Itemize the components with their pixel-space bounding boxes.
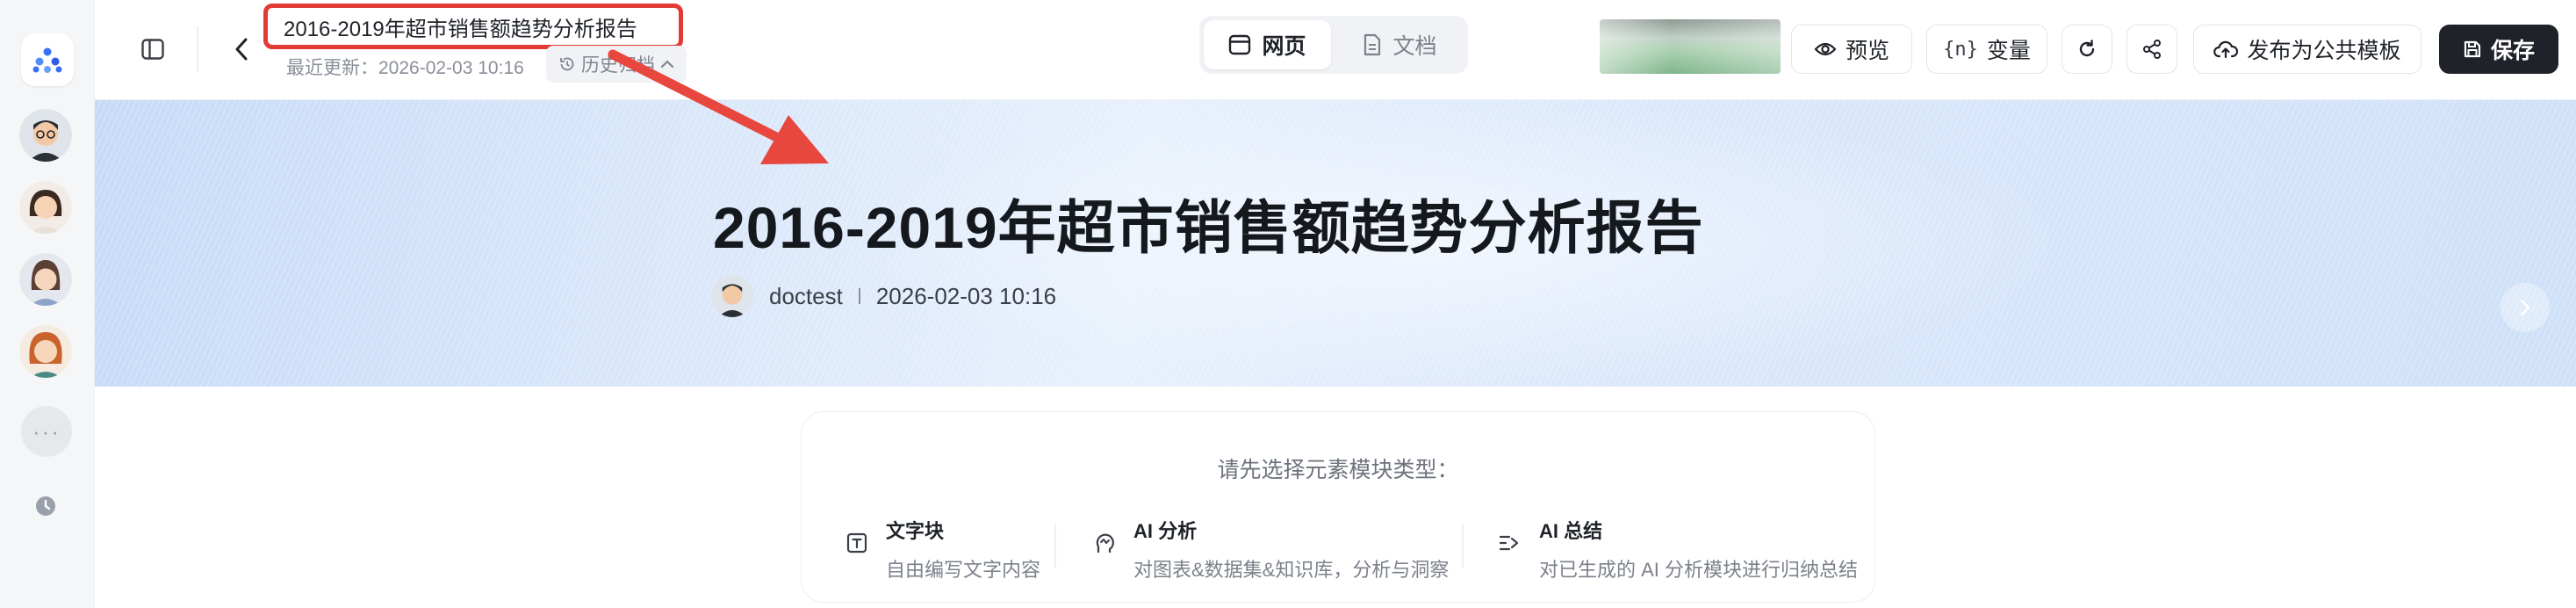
tab-document-label: 文档 [1392, 34, 1437, 59]
chevron-up-icon [660, 60, 674, 69]
tab-webpage-label: 网页 [1262, 34, 1306, 59]
save-button[interactable]: 保存 [2439, 25, 2558, 74]
avatar-girl-icon [19, 253, 72, 306]
publish-label: 发布为公共模板 [2247, 39, 2401, 63]
author-avatar [711, 275, 753, 317]
author-avatar-icon [711, 275, 753, 317]
avatar-woman-icon [19, 181, 72, 234]
share-button[interactable] [2126, 25, 2177, 74]
webpage-icon [1229, 34, 1251, 55]
document-title-highlight[interactable]: 2016-2019年超市销售额趋势分析报告 [263, 4, 683, 49]
refresh-button[interactable] [2062, 25, 2112, 74]
history-label: 历史归档 [581, 55, 655, 76]
ai-summary-icon [1499, 535, 1519, 551]
app-logo[interactable] [21, 33, 74, 86]
sidebar-toggle-button[interactable] [137, 33, 169, 65]
preview-label: 预览 [1845, 39, 1889, 63]
chooser-prompt: 请先选择元素模块类型： [1217, 458, 1459, 482]
logo-icon [32, 47, 62, 73]
option-ai-analysis-title: AI 分析 [1133, 520, 1198, 542]
avatar-agent-3[interactable] [19, 253, 72, 306]
text-block-icon [846, 532, 867, 554]
option-text-block-desc: 自由编写文字内容 [886, 559, 1041, 581]
report-meta: doctest 2026-02-03 10:16 [711, 272, 1056, 320]
option-ai-summary-title: AI 总结 [1539, 520, 1603, 542]
left-rail: ··· [0, 0, 95, 608]
document-icon [1364, 33, 1381, 56]
refresh-icon [2079, 40, 2095, 57]
ai-analysis-icon [1096, 533, 1114, 554]
history-archive-button[interactable]: 历史归档 [546, 46, 687, 83]
top-bar: 2016-2019年超市销售额趋势分析报告 最近更新：2026-02-03 10… [95, 0, 2576, 100]
eye-icon [1814, 42, 1837, 56]
avatar-agent-4[interactable] [19, 325, 72, 378]
author-name: doctest [769, 282, 843, 309]
sidebar-panel-icon [141, 39, 164, 60]
avatar-agent-1[interactable] [19, 109, 72, 162]
variables-icon: {n} [1943, 38, 1978, 61]
chevron-left-icon [235, 38, 248, 61]
preview-button[interactable]: 预览 [1791, 25, 1912, 74]
option-ai-analysis[interactable]: AI 分析 对图表&数据集&知识库，分析与洞察 [1091, 512, 1449, 583]
report-date: 2026-02-03 10:16 [875, 282, 1057, 309]
history-icon [560, 57, 574, 71]
avatar-man-glasses-icon [19, 109, 72, 162]
more-dots-icon: ··· [32, 417, 61, 445]
save-disk-icon [2464, 40, 2481, 58]
option-ai-summary-desc: 对已生成的 AI 分析模块进行归纳总结 [1539, 559, 1859, 581]
next-cover-button[interactable] [2500, 283, 2550, 332]
history-clock-icon[interactable] [33, 494, 58, 518]
back-button[interactable] [228, 33, 255, 65]
variables-label: 变量 [1986, 39, 2031, 63]
share-icon [2143, 40, 2161, 59]
option-text-block[interactable]: 文字块 自由编写文字内容 [844, 512, 1040, 583]
cloud-upload-icon [2213, 40, 2239, 59]
meta-separator [858, 288, 860, 304]
tab-document[interactable]: 文档 [1336, 20, 1464, 69]
save-label: 保存 [2490, 39, 2535, 63]
option-ai-summary[interactable]: AI 总结 对已生成的 AI 分析模块进行归纳总结 [1497, 512, 1858, 583]
more-agents-button[interactable]: ··· [21, 406, 72, 457]
report-title[interactable]: 2016-2019年超市销售额趋势分析报告 [713, 181, 1704, 265]
document-title[interactable]: 2016-2019年超市销售额趋势分析报告 [284, 11, 637, 42]
publish-template-button[interactable]: 发布为公共模板 [2193, 25, 2421, 74]
variables-button[interactable]: {n} 变量 [1926, 25, 2047, 74]
option-divider [1054, 525, 1056, 568]
tab-webpage[interactable]: 网页 [1204, 20, 1331, 69]
toolbar-divider [197, 26, 198, 72]
chevron-right-icon [2520, 299, 2530, 316]
blurred-thumbnail-image [1600, 19, 1781, 74]
report-cover-banner: 2016-2019年超市销售额趋势分析报告 doctest 2026-02-03… [95, 100, 2576, 387]
last-updated-text: 最近更新：2026-02-03 10:16 [286, 58, 524, 78]
element-type-chooser: 请先选择元素模块类型： 文字块 自由编写文字内容 AI 分析 对图表&数据集&知… [801, 411, 1875, 603]
avatar-agent-2[interactable] [19, 181, 72, 234]
view-mode-switch: 网页 文档 [1199, 16, 1468, 74]
option-divider [1462, 525, 1464, 568]
option-text-block-title: 文字块 [886, 520, 945, 542]
option-ai-analysis-desc: 对图表&数据集&知识库，分析与洞察 [1133, 559, 1450, 581]
avatar-redhead-icon [19, 325, 72, 378]
